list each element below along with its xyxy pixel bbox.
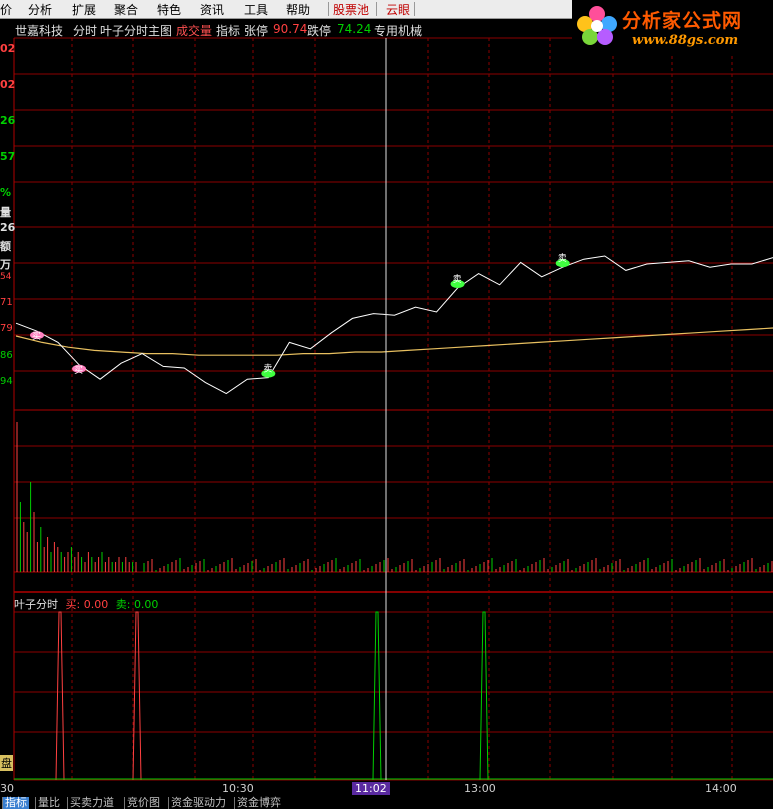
menu-item-help[interactable]: 帮助 [286,1,310,18]
chart-grid [13,37,773,781]
flower-logo-icon [577,6,617,45]
buy-signal-spike [55,611,65,781]
menu-item-feature[interactable]: 特色 [157,1,181,18]
menu-item-extend[interactable]: 扩展 [72,1,96,18]
average-series-line [15,327,773,356]
axis-label: 71 [0,297,13,308]
tab-fund-drive[interactable]: 资金驱动力 [168,797,228,809]
marker-label: 卖 [263,364,272,375]
stock-name: 世嘉科技 [15,24,64,38]
buy-signal-spike [132,611,142,781]
axis-label: 54 [0,272,12,282]
menu-item-price[interactable]: 价 [0,1,12,18]
sector-label: 专用机械 [374,24,423,38]
menu-item-analysis[interactable]: 分析 [28,1,52,18]
time-label: 13:00 [464,782,496,795]
tab-buy-sell-force[interactable]: 买卖力道 [67,797,116,809]
time-label-cursor: 11:02 [352,782,390,795]
volume-label[interactable]: 成交量 [176,22,212,39]
volume-bars [16,422,773,572]
axis-label: 额 [0,240,11,253]
buy-value: 0.00 [83,598,109,611]
limit-down-value: 74.24 [337,22,372,36]
menu-item-stock-pool[interactable]: 股票池 [333,1,369,18]
indicator-name[interactable]: 叶子分时主图 [100,22,172,39]
axis-label: 57 [0,150,16,163]
sell-signal-spike [372,611,382,781]
sell-signal-spike [479,611,489,781]
axis-label: 02 [0,78,16,91]
signal-spikes [14,611,773,781]
axis-label: 万 [0,258,11,271]
marker-label: 买 [32,331,41,342]
indicator-tabs: 指标 量比 买卖力道 竞价图 资金驱动力 资金博弈 [0,797,773,809]
site-logo: 分析家公式网 www.88gs.com [572,0,773,56]
marker-label: 卖 [558,253,567,264]
axis-label: 量 [0,206,11,219]
time-label: 10:30 [222,782,254,795]
axis-label: % [0,186,12,199]
indicator-panel-label: 叶子分时 买: 0.00 卖: 0.00 [14,596,158,612]
axis-label: 26 [0,221,16,234]
logo-title: 分析家公式网 [622,10,743,32]
mode-label: 分时 [73,24,98,38]
marker-label: 买 [74,365,83,376]
time-label: 30 [0,782,14,795]
axis-label: 26 [0,114,16,127]
sell-marker-icon: 卖 [450,274,465,288]
average-price-line [15,327,773,356]
side-label: 盘 [0,755,13,771]
indicator-panel-name: 叶子分时 [14,598,58,611]
buy-label: 买: [65,598,81,611]
time-label: 14:00 [705,782,737,795]
limit-up-value: 90.74 [273,22,308,36]
axis-label: 94 [0,376,13,387]
sell-label: 卖: [115,598,131,611]
buy-marker-icon: 买 [72,364,87,376]
axis-label: 86 [0,350,13,361]
menu-item-aggregate[interactable]: 聚合 [114,1,138,18]
limit-down-label: 跌停 [307,24,332,38]
sell-value: 0.00 [133,598,159,611]
price-series-line [15,255,773,395]
price-line [15,255,773,395]
menu-item-news[interactable]: 资讯 [200,1,224,18]
menu-item-tools[interactable]: 工具 [244,1,268,18]
axis-label: 79 [0,323,13,334]
axis-label: 02 [0,42,16,55]
tab-volume-ratio[interactable]: 量比 [35,797,62,809]
sell-marker-icon: 卖 [555,253,570,268]
tab-indicator[interactable]: 指标 [2,797,29,809]
tab-fund-game[interactable]: 资金博弈 [234,797,283,809]
logo-url: www.88gs.com [632,33,739,48]
intraday-chart[interactable]: 买买 卖卖卖 [0,0,773,809]
menu-item-cloud-eye[interactable]: 云眼 [386,1,410,18]
limit-up-label: 张停 [244,24,269,38]
zhibiao-label[interactable]: 指标 [216,22,240,39]
marker-label: 卖 [453,274,462,285]
buy-marker-icon: 买 [30,331,45,342]
tab-auction-chart[interactable]: 竞价图 [124,797,162,809]
